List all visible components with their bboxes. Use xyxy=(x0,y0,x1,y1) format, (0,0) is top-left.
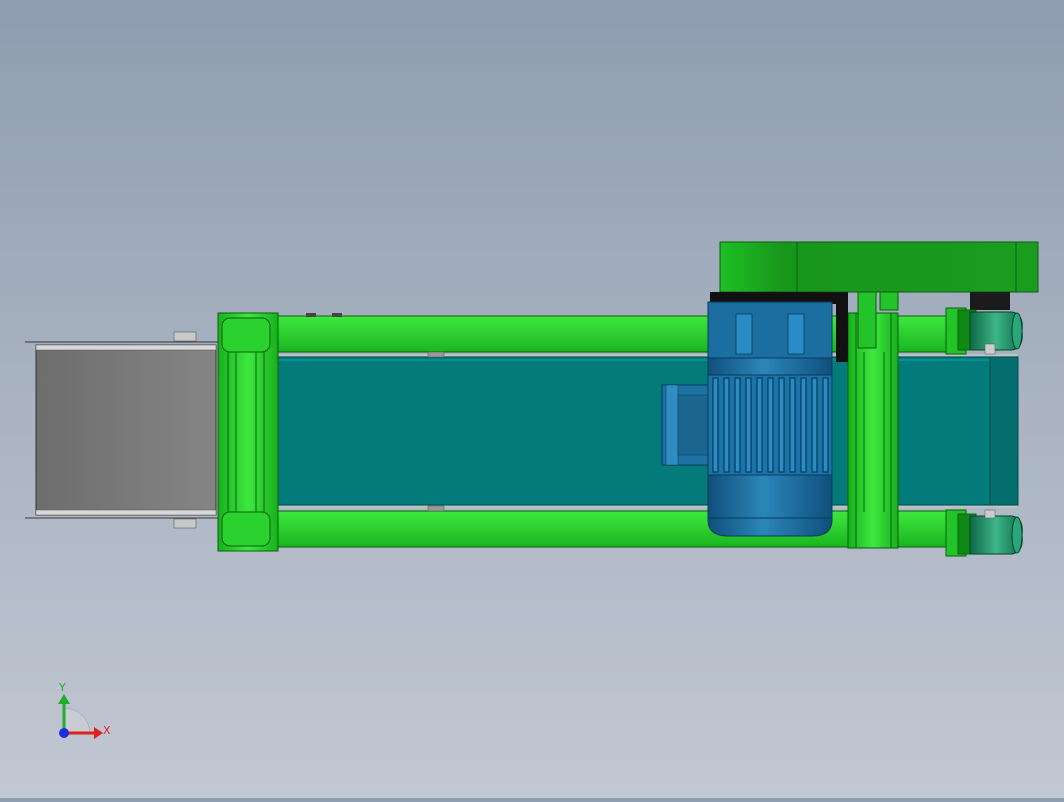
cad-viewport[interactable]: Y X xyxy=(0,0,1064,798)
head-pulley-bottom[interactable] xyxy=(945,509,1023,557)
z-axis-dot xyxy=(59,728,69,738)
triad-arc xyxy=(63,707,91,734)
conveyor-belt[interactable] xyxy=(261,354,1019,508)
coordinate-triad: Y X xyxy=(58,681,111,739)
head-pulley-top[interactable] xyxy=(945,307,1023,355)
tail-end-frame[interactable] xyxy=(217,312,279,552)
x-axis-label: X xyxy=(103,724,111,737)
electric-motor[interactable] xyxy=(707,301,833,537)
gearbox[interactable] xyxy=(661,384,711,466)
y-axis-label: Y xyxy=(58,681,66,694)
motor-bracket-leg xyxy=(836,300,848,362)
feed-hopper[interactable] xyxy=(25,331,220,529)
conveyor-model[interactable]: Y X xyxy=(0,0,1064,798)
